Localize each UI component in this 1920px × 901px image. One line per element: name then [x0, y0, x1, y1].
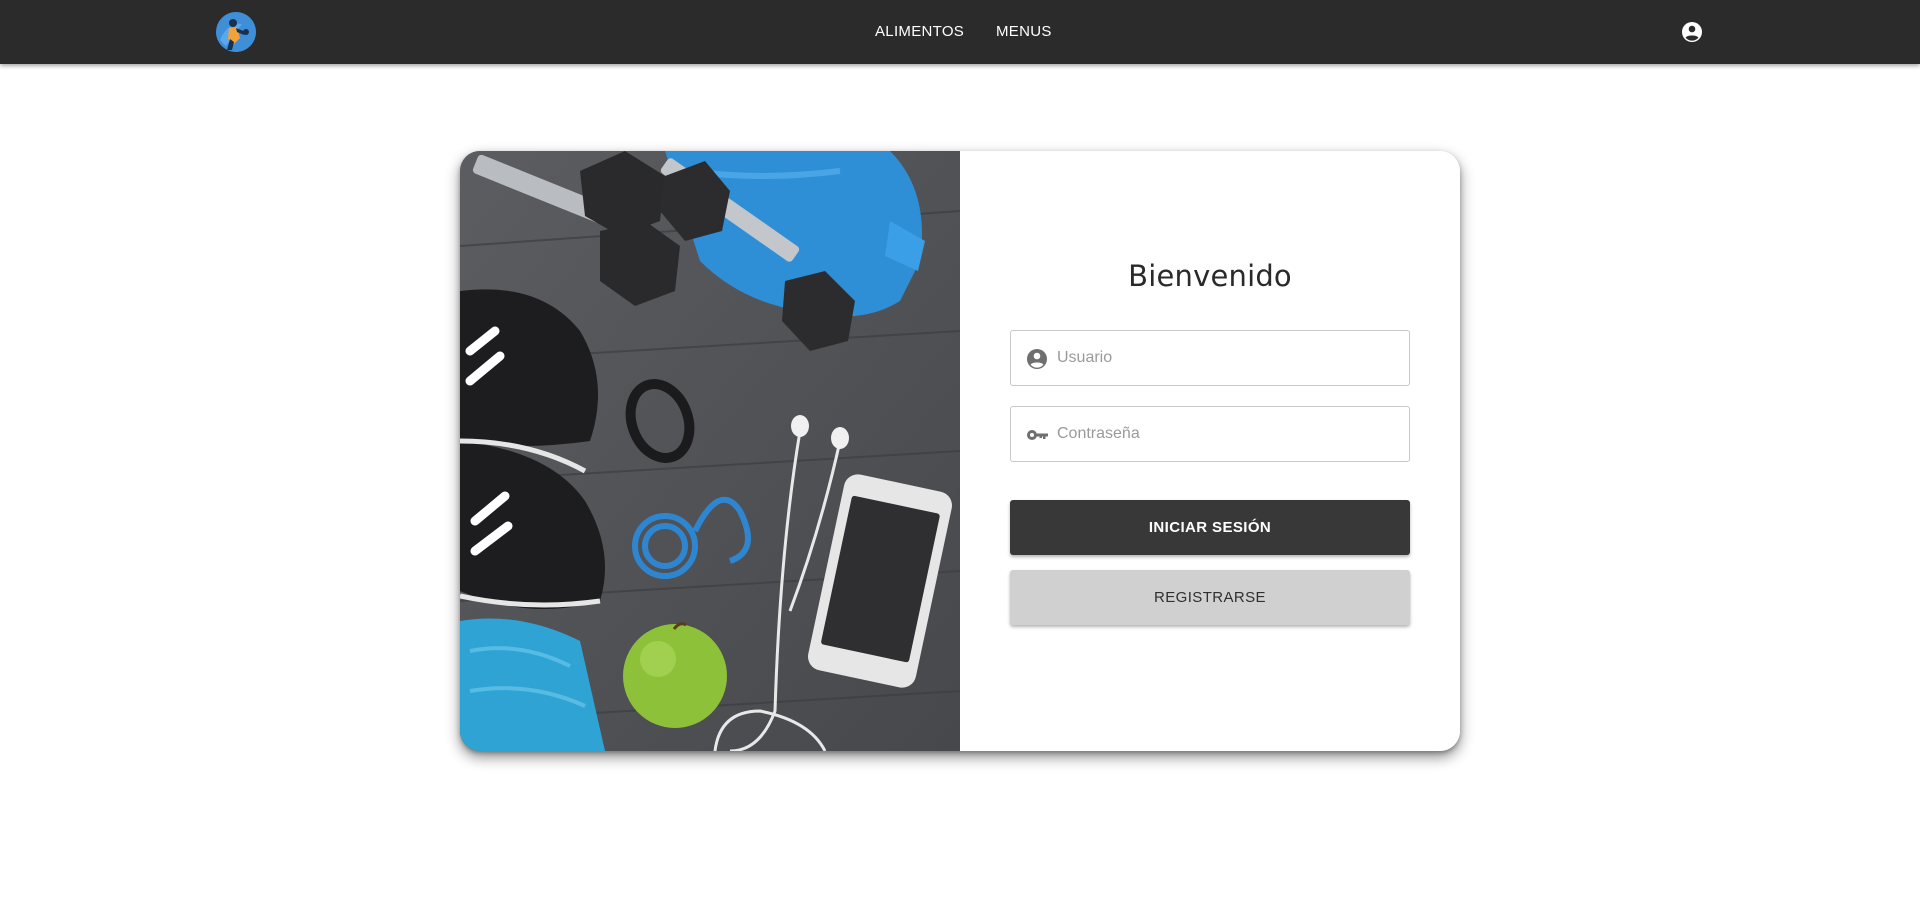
nav-alimentos[interactable]: ALIMENTOS: [875, 0, 964, 64]
password-field[interactable]: [1010, 406, 1410, 462]
username-input[interactable]: [1057, 331, 1397, 385]
register-button[interactable]: REGISTRARSE: [1010, 570, 1410, 625]
account-circle-icon: [1025, 347, 1049, 371]
nav-menus[interactable]: MENUS: [996, 0, 1052, 64]
app-logo-icon[interactable]: [216, 12, 256, 52]
username-field[interactable]: [1010, 330, 1410, 386]
login-card: Bienvenido Usuario INICIAR SESIÓN REGIST…: [460, 151, 1460, 751]
account-circle-icon[interactable]: [1680, 20, 1704, 44]
key-icon: [1025, 423, 1049, 447]
fitness-hero-image: [460, 151, 960, 751]
login-button[interactable]: INICIAR SESIÓN: [1010, 500, 1410, 555]
login-form: Bienvenido Usuario INICIAR SESIÓN REGIST…: [960, 151, 1460, 751]
password-input[interactable]: [1057, 407, 1397, 461]
top-navigation-bar: ALIMENTOS MENUS: [0, 0, 1920, 64]
welcome-title: Bienvenido: [1128, 259, 1292, 293]
